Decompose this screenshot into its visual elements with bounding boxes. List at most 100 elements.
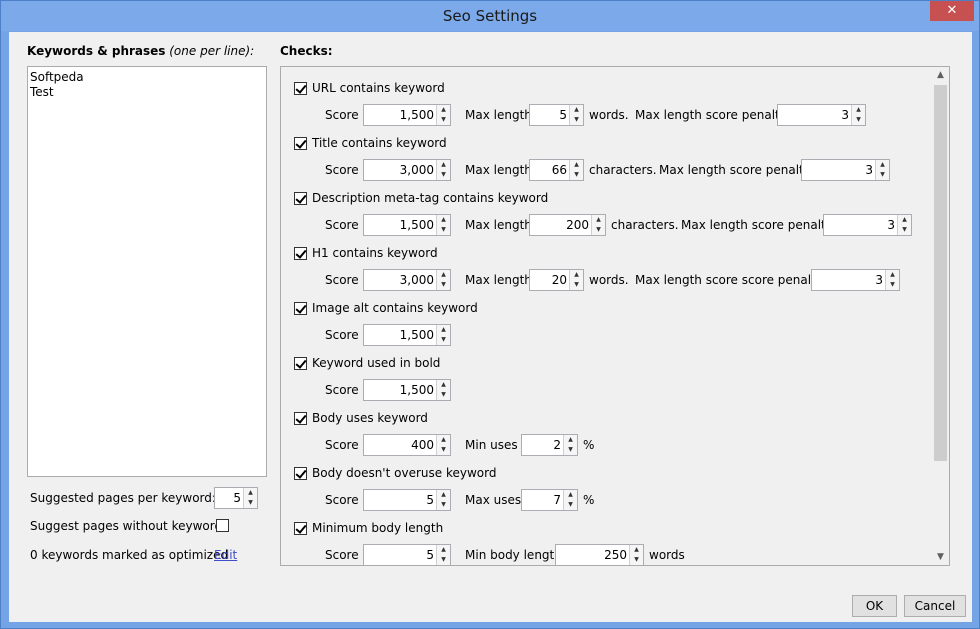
stepper-buttons[interactable]: ▲ ▼ [885,270,899,290]
stepper-down-icon[interactable]: ▼ [437,500,450,510]
scroll-up-icon[interactable]: ▲ [932,67,949,83]
stepper-down-icon[interactable]: ▼ [437,225,450,235]
scroll-thumb[interactable] [934,85,947,461]
score-stepper[interactable]: 3,000 ▲ ▼ [363,269,451,291]
ok-button[interactable]: OK [852,595,897,617]
check-keyword-bold[interactable]: Keyword used in bold [294,355,440,371]
stepper-buttons[interactable]: ▲ ▼ [569,160,583,180]
stepper-up-icon[interactable]: ▲ [437,270,450,280]
stepper-up-icon[interactable]: ▲ [437,325,450,335]
penalty-stepper[interactable]: 3 ▲ ▼ [801,159,890,181]
stepper-down-icon[interactable]: ▼ [437,445,450,455]
check-url-contains[interactable]: URL contains keyword [294,80,445,96]
close-icon[interactable]: ✕ [930,1,974,21]
cancel-button[interactable]: Cancel [904,595,966,617]
stepper-up-icon[interactable]: ▲ [592,215,605,225]
check-description-contains[interactable]: Description meta-tag contains keyword [294,190,548,206]
stepper-up-icon[interactable]: ▲ [570,105,583,115]
stepper-buttons[interactable]: ▲ ▼ [563,435,577,455]
stepper-buttons[interactable]: ▲ ▼ [563,490,577,510]
stepper-buttons[interactable]: ▲ ▼ [897,215,911,235]
penalty-stepper[interactable]: 3 ▲ ▼ [811,269,900,291]
check-checkbox[interactable] [294,81,307,95]
score-stepper[interactable]: 5 ▲ ▼ [363,489,451,511]
stepper-up-icon[interactable]: ▲ [570,160,583,170]
stepper-up-icon[interactable]: ▲ [437,435,450,445]
stepper-up-icon[interactable]: ▲ [886,270,899,280]
stepper-down-icon[interactable]: ▼ [570,280,583,290]
stepper-down-icon[interactable]: ▼ [570,115,583,125]
stepper-down-icon[interactable]: ▼ [244,498,257,508]
check-checkbox[interactable] [294,521,307,535]
max-length-stepper[interactable]: 20 ▲ ▼ [529,269,584,291]
stepper-buttons[interactable]: ▲ ▼ [436,490,450,510]
check-checkbox[interactable] [294,136,307,150]
stepper-up-icon[interactable]: ▲ [876,160,889,170]
stepper-down-icon[interactable]: ▼ [437,280,450,290]
stepper-down-icon[interactable]: ▼ [630,555,643,565]
stepper-down-icon[interactable]: ▼ [437,390,450,400]
check-min-body-length[interactable]: Minimum body length [294,520,443,536]
min-uses-stepper[interactable]: 2 ▲ ▼ [521,434,578,456]
score-stepper[interactable]: 1,500 ▲ ▼ [363,379,451,401]
stepper-down-icon[interactable]: ▼ [852,115,865,125]
penalty-stepper[interactable]: 3 ▲ ▼ [823,214,912,236]
stepper-down-icon[interactable]: ▼ [898,225,911,235]
check-image-alt[interactable]: Image alt contains keyword [294,300,478,316]
score-stepper[interactable]: 3,000 ▲ ▼ [363,159,451,181]
stepper-up-icon[interactable]: ▲ [898,215,911,225]
stepper-up-icon[interactable]: ▲ [564,490,577,500]
stepper-down-icon[interactable]: ▼ [886,280,899,290]
min-body-length-stepper[interactable]: 250 ▲ ▼ [555,544,644,565]
max-length-stepper[interactable]: 66 ▲ ▼ [529,159,584,181]
check-checkbox[interactable] [294,411,307,425]
stepper-down-icon[interactable]: ▼ [564,445,577,455]
stepper-up-icon[interactable]: ▲ [437,545,450,555]
stepper-buttons[interactable]: ▲ ▼ [436,325,450,345]
stepper-buttons[interactable]: ▲ ▼ [436,160,450,180]
stepper-buttons[interactable]: ▲ ▼ [569,105,583,125]
stepper-up-icon[interactable]: ▲ [437,490,450,500]
stepper-buttons[interactable]: ▲ ▼ [436,545,450,565]
keywords-textarea[interactable]: Softpeda Test [27,66,267,477]
max-length-stepper[interactable]: 5 ▲ ▼ [529,104,584,126]
suggested-pages-stepper[interactable]: 5 ▲ ▼ [214,487,258,509]
stepper-down-icon[interactable]: ▼ [437,170,450,180]
score-stepper[interactable]: 400 ▲ ▼ [363,434,451,456]
score-stepper[interactable]: 1,500 ▲ ▼ [363,214,451,236]
stepper-down-icon[interactable]: ▼ [437,115,450,125]
stepper-down-icon[interactable]: ▼ [437,555,450,565]
check-checkbox[interactable] [294,191,307,205]
scroll-down-icon[interactable]: ▼ [932,549,949,565]
stepper-down-icon[interactable]: ▼ [876,170,889,180]
edit-link[interactable]: Edit [214,544,237,566]
stepper-buttons[interactable]: ▲ ▼ [851,105,865,125]
stepper-buttons[interactable]: ▲ ▼ [436,380,450,400]
check-checkbox[interactable] [294,466,307,480]
stepper-down-icon[interactable]: ▼ [570,170,583,180]
stepper-buttons[interactable]: ▲ ▼ [629,545,643,565]
stepper-up-icon[interactable]: ▲ [564,435,577,445]
score-stepper[interactable]: 1,500 ▲ ▼ [363,324,451,346]
stepper-down-icon[interactable]: ▼ [437,335,450,345]
check-checkbox[interactable] [294,246,307,260]
stepper-up-icon[interactable]: ▲ [570,270,583,280]
stepper-up-icon[interactable]: ▲ [244,488,257,498]
penalty-stepper[interactable]: 3 ▲ ▼ [777,104,866,126]
check-title-contains[interactable]: Title contains keyword [294,135,447,151]
stepper-up-icon[interactable]: ▲ [437,380,450,390]
stepper-buttons[interactable]: ▲ ▼ [591,215,605,235]
stepper-buttons[interactable]: ▲ ▼ [436,435,450,455]
vertical-scrollbar[interactable]: ▲ ▼ [932,67,949,565]
score-stepper[interactable]: 5 ▲ ▼ [363,544,451,565]
max-length-stepper[interactable]: 200 ▲ ▼ [529,214,606,236]
stepper-up-icon[interactable]: ▲ [630,545,643,555]
stepper-up-icon[interactable]: ▲ [437,215,450,225]
check-h1-contains[interactable]: H1 contains keyword [294,245,438,261]
check-body-uses[interactable]: Body uses keyword [294,410,428,426]
max-uses-stepper[interactable]: 7 ▲ ▼ [521,489,578,511]
check-body-overuse[interactable]: Body doesn't overuse keyword [294,465,496,481]
stepper-buttons[interactable]: ▲ ▼ [875,160,889,180]
stepper-buttons[interactable]: ▲ ▼ [243,488,257,508]
stepper-buttons[interactable]: ▲ ▼ [569,270,583,290]
